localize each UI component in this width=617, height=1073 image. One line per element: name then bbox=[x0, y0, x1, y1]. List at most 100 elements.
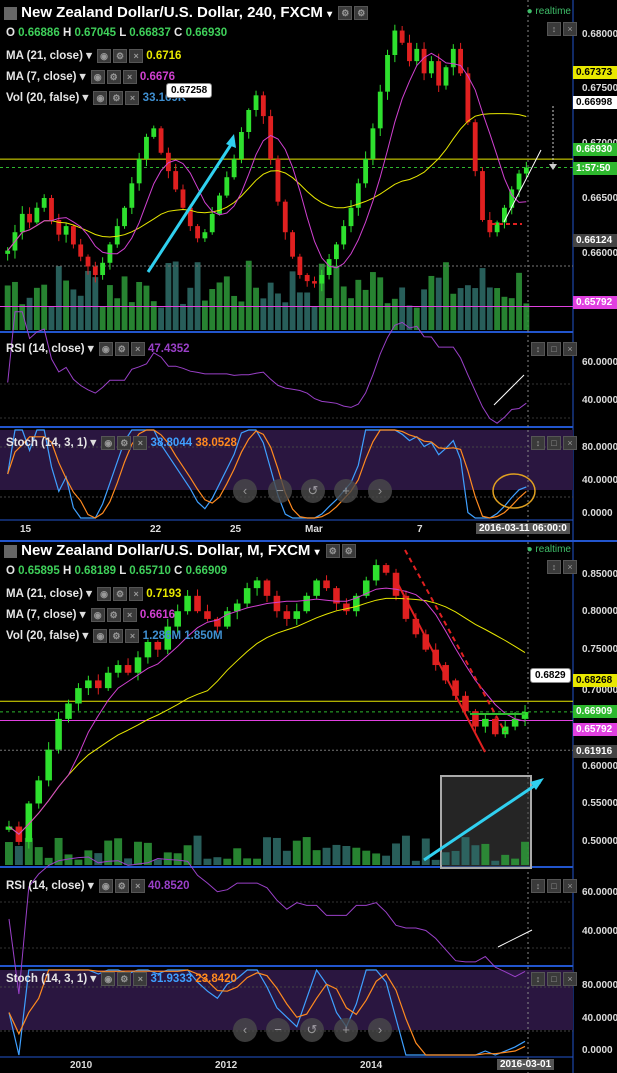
rsi-row[interactable]: RSI (14, close) ▾ ◉ ⚙ × 40.8520 bbox=[6, 878, 190, 893]
gear-icon[interactable]: ⚙ bbox=[114, 341, 129, 356]
eye-icon[interactable]: ◉ bbox=[101, 435, 116, 450]
price-tick: 0.66000 bbox=[582, 248, 617, 259]
gear-icon[interactable]: ⚙ bbox=[106, 607, 121, 622]
chevron-down-icon[interactable]: ▾ bbox=[327, 9, 332, 20]
ma7-row[interactable]: MA (7, close) ▾ ◉ ⚙ × 0.6676 bbox=[6, 69, 175, 84]
close-icon[interactable]: × bbox=[122, 69, 137, 84]
rsi-panel-controls[interactable]: ↕ □ × bbox=[529, 879, 577, 893]
rsi-panel-controls[interactable]: ↕ □ × bbox=[529, 342, 577, 356]
stoch-row[interactable]: Stoch (14, 3, 1) ▾ ◉ ⚙ × 38.8044 38.0528 bbox=[6, 435, 237, 450]
close-icon[interactable]: × bbox=[130, 878, 145, 893]
settings-icon[interactable]: ⚙ bbox=[341, 544, 356, 559]
gear-icon[interactable]: ⚙ bbox=[117, 435, 132, 450]
candle-body bbox=[491, 718, 499, 735]
maximize-icon[interactable]: □ bbox=[547, 342, 561, 356]
move-icon[interactable]: ↕ bbox=[547, 22, 561, 36]
eye-icon[interactable]: ◉ bbox=[97, 48, 112, 63]
close-icon[interactable]: × bbox=[563, 342, 577, 356]
move-icon[interactable]: ↕ bbox=[547, 560, 561, 574]
volume-bar bbox=[312, 850, 321, 865]
ma21-row[interactable]: MA (21, close) ▾ ◉ ⚙ × 0.7193 bbox=[6, 586, 181, 601]
candle-body bbox=[209, 213, 215, 233]
open-value: 0.65895 bbox=[18, 565, 60, 577]
volume-bar bbox=[431, 859, 440, 865]
move-icon[interactable]: ↕ bbox=[531, 879, 545, 893]
chevron-down-icon[interactable]: ▾ bbox=[315, 547, 320, 558]
close-icon[interactable]: × bbox=[125, 90, 140, 105]
settings-icon[interactable]: ⚙ bbox=[354, 6, 369, 21]
eye-icon[interactable]: ◉ bbox=[93, 90, 108, 105]
eye-icon[interactable]: ◉ bbox=[90, 69, 105, 84]
stoch-panel-controls[interactable]: ↕ □ × bbox=[529, 436, 577, 450]
eye-icon[interactable]: ◉ bbox=[90, 607, 105, 622]
gear-icon[interactable]: ⚙ bbox=[109, 90, 124, 105]
volume-bar bbox=[491, 860, 500, 865]
close-icon[interactable]: × bbox=[563, 879, 577, 893]
eye-icon[interactable]: ◉ bbox=[98, 878, 113, 893]
candle-body bbox=[421, 48, 427, 74]
move-icon[interactable]: ↕ bbox=[531, 342, 545, 356]
gear-icon[interactable]: ⚙ bbox=[106, 69, 121, 84]
close-icon[interactable]: × bbox=[129, 586, 144, 601]
maximize-icon[interactable]: □ bbox=[547, 879, 561, 893]
close-icon[interactable]: × bbox=[133, 971, 148, 986]
move-icon[interactable]: ↕ bbox=[531, 972, 545, 986]
close-icon[interactable]: × bbox=[133, 435, 148, 450]
close-icon[interactable]: × bbox=[130, 341, 145, 356]
gear-icon[interactable]: ⚙ bbox=[113, 48, 128, 63]
close-icon[interactable]: × bbox=[122, 607, 137, 622]
candle-body bbox=[326, 259, 332, 275]
scroll-left-button[interactable]: ‹ bbox=[233, 1018, 257, 1042]
stoch-label: Stoch (14, 3, 1) bbox=[6, 437, 88, 449]
zoom-in-button[interactable]: + bbox=[334, 1018, 358, 1042]
eye-icon[interactable]: ◉ bbox=[93, 628, 108, 643]
gear-icon[interactable]: ⚙ bbox=[114, 878, 129, 893]
reset-button[interactable]: ↺ bbox=[301, 479, 325, 503]
close-icon[interactable]: × bbox=[563, 436, 577, 450]
gear-icon[interactable]: ⚙ bbox=[117, 971, 132, 986]
volume-bar bbox=[92, 277, 99, 330]
volume-bar bbox=[223, 276, 230, 330]
eye-icon[interactable]: ◉ bbox=[97, 586, 112, 601]
stoch-row[interactable]: Stoch (14, 3, 1) ▾ ◉ ⚙ × 31.9333 23.8420 bbox=[6, 971, 237, 986]
zoom-out-button[interactable]: − bbox=[268, 479, 292, 503]
move-icon[interactable]: ↕ bbox=[531, 436, 545, 450]
scroll-right-button[interactable]: › bbox=[368, 1018, 392, 1042]
close-icon[interactable]: × bbox=[125, 628, 140, 643]
gear-icon[interactable]: ⚙ bbox=[109, 628, 124, 643]
vol-row[interactable]: Vol (20, false) ▾ ◉ ⚙ × 1.286M 1.850M bbox=[6, 628, 223, 643]
close-icon[interactable]: × bbox=[563, 560, 577, 574]
gear-icon[interactable]: ⚙ bbox=[113, 586, 128, 601]
ma21-row[interactable]: MA (21, close) ▾ ◉ ⚙ × 0.6716 bbox=[6, 48, 181, 63]
candle-body bbox=[283, 611, 291, 619]
candle-body bbox=[382, 565, 390, 573]
close-icon[interactable]: × bbox=[129, 48, 144, 63]
zoom-in-button[interactable]: + bbox=[334, 479, 358, 503]
panel-controls[interactable]: ↕ × bbox=[545, 22, 577, 36]
price-tick: 0.60000 bbox=[582, 761, 617, 772]
ma7-row[interactable]: MA (7, close) ▾ ◉ ⚙ × 0.6616 bbox=[6, 607, 175, 622]
volume-bar bbox=[464, 285, 471, 330]
panel-controls[interactable]: ↕ × bbox=[545, 560, 577, 574]
scroll-left-button[interactable]: ‹ bbox=[233, 479, 257, 503]
maximize-icon[interactable]: □ bbox=[547, 972, 561, 986]
close-icon[interactable]: × bbox=[563, 22, 577, 36]
gear-icon[interactable]: ⚙ bbox=[338, 6, 353, 21]
volume-bar bbox=[172, 261, 179, 330]
close-icon[interactable]: × bbox=[563, 972, 577, 986]
realtime-label: realtime bbox=[535, 6, 571, 17]
stoch-panel-controls[interactable]: ↕ □ × bbox=[529, 972, 577, 986]
maximize-icon[interactable]: □ bbox=[547, 436, 561, 450]
gear-icon[interactable]: ⚙ bbox=[325, 544, 340, 559]
rsi-tick: 60.0000 bbox=[582, 887, 617, 898]
rsi-row[interactable]: RSI (14, close) ▾ ◉ ⚙ × 47.4352 bbox=[6, 341, 190, 356]
eye-icon[interactable]: ◉ bbox=[98, 341, 113, 356]
volume-bar bbox=[392, 843, 400, 865]
eye-icon[interactable]: ◉ bbox=[101, 971, 116, 986]
volume-bar bbox=[501, 296, 508, 330]
zoom-out-button[interactable]: − bbox=[266, 1018, 290, 1042]
scroll-right-button[interactable]: › bbox=[368, 479, 392, 503]
vol-row[interactable]: Vol (20, false) ▾ ◉ ⚙ × 33.169K bbox=[6, 90, 186, 105]
reset-button[interactable]: ↺ bbox=[300, 1018, 324, 1042]
volume-bar bbox=[508, 298, 515, 330]
